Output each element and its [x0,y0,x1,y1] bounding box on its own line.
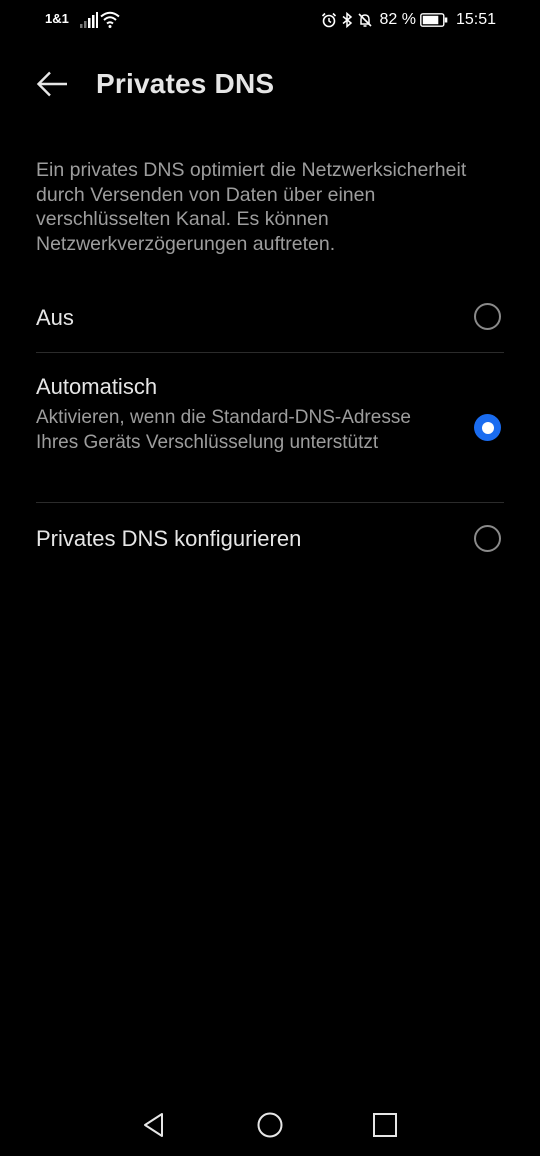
recents-square-icon[interactable] [370,1110,400,1140]
page-title: Privates DNS [96,68,275,99]
status-bar: 1&1 82 % 15:51 [0,0,540,40]
app-bar: Privates DNS [0,56,540,112]
clock: 15:51 [455,11,496,28]
divider [36,352,504,353]
navigation-bar [0,1096,540,1156]
bell-off-icon [358,13,373,27]
battery-percent: 82 % [379,11,416,28]
carrier-label: 1&1 [45,11,69,26]
option-configure-label: Privates DNS konfigurieren [36,526,302,551]
divider [36,502,504,503]
arrow-left-icon [36,71,67,97]
alarm-icon [322,12,337,28]
radio-automatic[interactable] [474,414,501,441]
radio-configure[interactable] [474,525,501,552]
option-automatic-label: Automatisch [36,374,158,399]
back-triangle-icon[interactable] [140,1110,170,1140]
wifi-icon [100,11,120,28]
option-off-label: Aus [36,305,74,330]
battery-icon [420,13,448,27]
bluetooth-icon [343,12,353,28]
back-button[interactable] [30,66,74,102]
radio-off[interactable] [474,303,501,330]
home-circle-icon[interactable] [255,1110,285,1140]
option-automatic-sublabel: Aktivieren, wenn die Standard-DNS-Adress… [36,407,411,453]
signal-icon [80,12,98,28]
status-icons-right: 82 % 15:51 [321,9,496,31]
option-configure[interactable]: Privates DNS konfigurieren [36,512,504,566]
option-automatic[interactable]: Automatisch Aktivieren, wenn die Standar… [36,374,504,490]
option-off[interactable]: Aus [36,292,504,342]
description-text: Ein privates DNS optimiert die Netzwerks… [36,159,467,255]
